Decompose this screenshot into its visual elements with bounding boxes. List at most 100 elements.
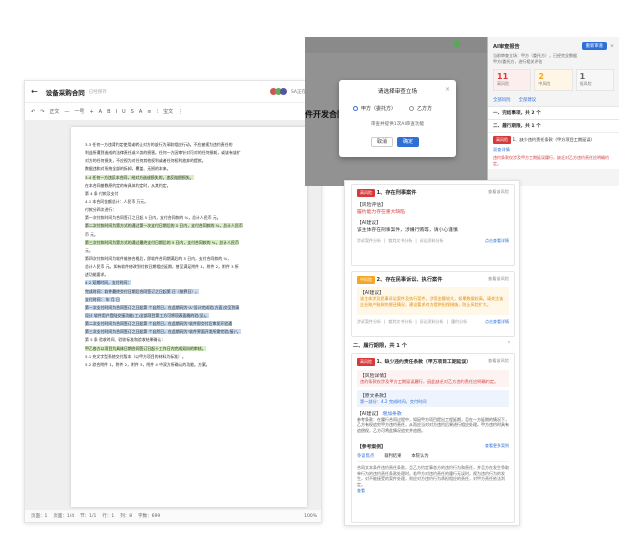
recheck-button[interactable]: 重新审查 [581,42,608,50]
analysis-link[interactable]: 履约分析 [451,319,467,325]
ai-report-panel: AI审查报告 重新审查 × 当前审查立场：甲方（委托方），已经完全数据 甲方/委… [487,37,619,186]
document-line: 在本合同基数原约定的有具体约定时，从其约定。 [85,182,299,190]
risk-count: 11 [497,72,509,81]
document-line: 第 5 条 验收时间、验收标准和验收结果确认： [85,336,299,344]
analysis-link[interactable]: 涉诉案件分析 [357,238,381,244]
toolbar-button[interactable]: A [99,109,102,115]
document-line: 第四次付款时间为软件维修合格后，即软件合同期满后的 5 日内，支付合同款的 %， [85,255,299,263]
document-text: 第 4 条 付款及支付 [85,190,119,196]
document-line: 第二次支付时间为合同签订之日起第 个自然日，在此期间为"软件即交付后审发开验通 [85,320,299,328]
toolbar-button[interactable]: 宝文 [163,108,173,115]
document-text: 3.3 任何一方违背约定使用或转让对方的该行为采取相应行动，不应被视为违约责任的 [85,142,233,147]
view-risk-link[interactable]: 查看该风险 [488,358,509,364]
document-text: 第二次支付时间为合同签订之日起第 个自然日，在此期间为"软件即交付后审发开验通 [85,321,232,327]
document-text: 第 5 条 验收时间、验收标准和验收结果确认： [85,337,166,343]
risk-item-title[interactable]: 1、缺少违约责任条款（甲方项目工期延误） [512,137,594,142]
risk-card: 中风险 2、存在民事诉讼、执行案件 查看该风险 【AI建议】 该主体涉及民事诉讼… [351,271,515,337]
toolbar-button[interactable]: I [116,109,117,115]
risk-count-label: 高风险 [497,81,509,86]
document-line: 3.4 任何一方违反本合同，给对方造成损失的，违反赔偿损失。 [85,174,299,182]
toolbar-button[interactable]: ⁝ [156,109,158,115]
document-title: 设备采购合同 [45,88,85,97]
toolbar-button[interactable]: + [89,109,93,115]
details-link[interactable]: 点击查看详情 [485,238,509,244]
toolbar-button[interactable]: ↶ [31,109,35,115]
status-item: 页面：1 [31,514,48,519]
close-icon[interactable]: × [445,86,450,93]
analysis-link[interactable]: 诉讼资料分析 [420,319,444,325]
ai-text: 该主体存在刑事案件，涉嫌行贿等，请小心谨慎 [357,228,458,233]
document-line: 第二次付款时间为第方式的通过第一次支付日期后的 5 日内，支付合同款的 %，总计… [85,222,299,230]
document-text: 第三次付款时间为第方式的通过最终支付日期后的 5 日内，支付合同款的 %，总计人… [85,239,239,245]
more-cases-link[interactable]: 查看更多案例 [485,443,509,450]
back-arrow-icon[interactable]: ← [31,87,38,96]
reference-label: 【参考案例】 [357,445,386,451]
toolbar-button[interactable]: B [107,109,110,115]
dialog-title: 请选择审查立场 [377,89,418,95]
risk-count-card[interactable]: 11 高风险 [493,69,532,91]
analysis-link[interactable]: 诉讼资料分析 [420,238,444,244]
document-text: 总计人民币 元。如有软件修改到付款日期相应延期，甚至满足附件 1，附件 2，附件… [85,264,239,270]
risk-title: 1、存在刑事案件 [376,190,417,196]
document-text: 4.1 本合同金额总计：人民币 万元。 [85,198,149,204]
document-line: 3.3 任何一方违背约定使用或转让对方的该行为采取相应行动，不应被视为违约责任的 [85,141,299,149]
document-text: 第三次支付时间为合同签订之日起第 个自然日，在此期间为"软件界面开发所需完验(接… [85,329,241,335]
radio-party-a[interactable] [353,106,358,111]
report-title: AI审查报告 [493,43,520,50]
risk-text: 履约能力存在重大缺陷 [357,210,405,215]
details-link[interactable]: 点击查看详情 [485,319,509,325]
detail-link[interactable]: 双查详情 [493,147,614,153]
refresh-icon[interactable] [453,40,460,47]
analysis-link[interactable]: 裁判文书分析 [388,319,412,325]
confirm-button[interactable]: 确定 [397,137,419,147]
view-risk-link[interactable]: 查看该风险 [488,189,509,195]
tab-judgment-result[interactable]: 裁判结果 [384,453,401,459]
editor-header: ← 设备采购合同 已经保存 SA正在查看 [25,81,321,103]
clause-text[interactable]: 第一部分：4.2 完成时间，交付时间 [360,399,506,405]
document-text: 第二次付款时间为第方式的通过第一次支付日期后的 5 日内，支付合同款的 %，总计… [85,223,243,229]
clause-label: 【原文条款】 [360,393,389,399]
document-text: 对方的任何损失，不应视为对任何其他权利或者任何权利放弃的提款。 [85,158,206,164]
section-header[interactable]: 二、履行期限，共 1 个 [353,342,407,349]
toolbar-button[interactable]: ≡ [147,109,151,115]
document-text: 第四次付款时间为软件维修合格后，即软件合同期满后的 5 日内，支付合同款的 %， [85,255,232,261]
toolbar-button[interactable]: — [64,109,69,115]
analysis-link[interactable]: 涉诉案件分析 [357,319,381,325]
chevron-up-icon[interactable]: ⌃ [507,341,511,347]
risk-count-card[interactable]: 2 中风险 [534,69,573,91]
analysis-link[interactable]: 裁判文书分析 [388,238,412,244]
status-bar: 页面：1 页面：1/4 节：1/1 行：1 列：8 字数：699 100% [25,509,321,522]
toolbar-button[interactable]: S [131,109,134,115]
radio-party-b[interactable] [409,106,414,111]
ai-detail: 参考条款：在履行合同过程中，如因甲方项目提出工程延期，且在一方延期的情况下，乙方… [357,416,509,433]
toolbar-button[interactable]: A [139,109,142,115]
avatar[interactable] [279,88,287,95]
cancel-button[interactable]: 取消 [371,137,393,147]
close-icon[interactable]: × [610,44,614,49]
view-more-link[interactable]: 查看 [357,488,365,493]
risk-count-card[interactable]: 1 低风险 [575,69,614,91]
document-text: 甲乙各方以项目为具体日期合同签订日起十工作日内完成双向的审核。 [85,345,206,351]
document-text: 4.2 双期时间，支付时间： [85,280,132,286]
status-item: 行：1 [102,514,115,519]
risk-label: 【风险详情】 [360,374,389,379]
document-line: 第三次支付时间为合同签订之日起第 个自然日，在此期间为"软件界面开发所需完验(接… [85,328,299,336]
risk-card: 高风险 1、缺少违约责任条款（甲方项目工期延误） 查看该风险 【风险详情】 违约… [351,353,515,523]
section-header[interactable]: 二、履行期限，共 1 个 [488,119,619,132]
status-item: 列：8 [120,514,133,519]
document-text: 5.1 充文字型系统交付版本（以甲方项目的材料为标准）。 [85,353,186,359]
section-header[interactable]: 一、完结事项，共 2 个 [488,106,619,119]
document-text: 元。 [85,247,93,253]
toolbar-button[interactable]: ⋮ [178,109,183,115]
tab-all-risks[interactable]: 全部风险 [493,97,511,103]
toolbar-button[interactable]: 正文 [49,108,59,115]
document-line: 付款分四次进行： [85,206,299,214]
toolbar-button[interactable]: ↷ [40,109,44,115]
toolbar-button[interactable]: 一号 [74,108,84,115]
tab-dispute-focus[interactable]: 争议焦点 [357,453,374,459]
toolbar-button[interactable]: U [122,109,126,115]
view-risk-link[interactable]: 查看该风险 [488,276,509,282]
document-text: 设计 软件用户登陆交接功能(工)全部项目第工方可将项表面格的验(见)。 [85,312,210,318]
tab-all-suggestions[interactable]: 全部建议 [519,97,537,103]
tab-court-opinion[interactable]: 本院认为 [411,453,428,459]
